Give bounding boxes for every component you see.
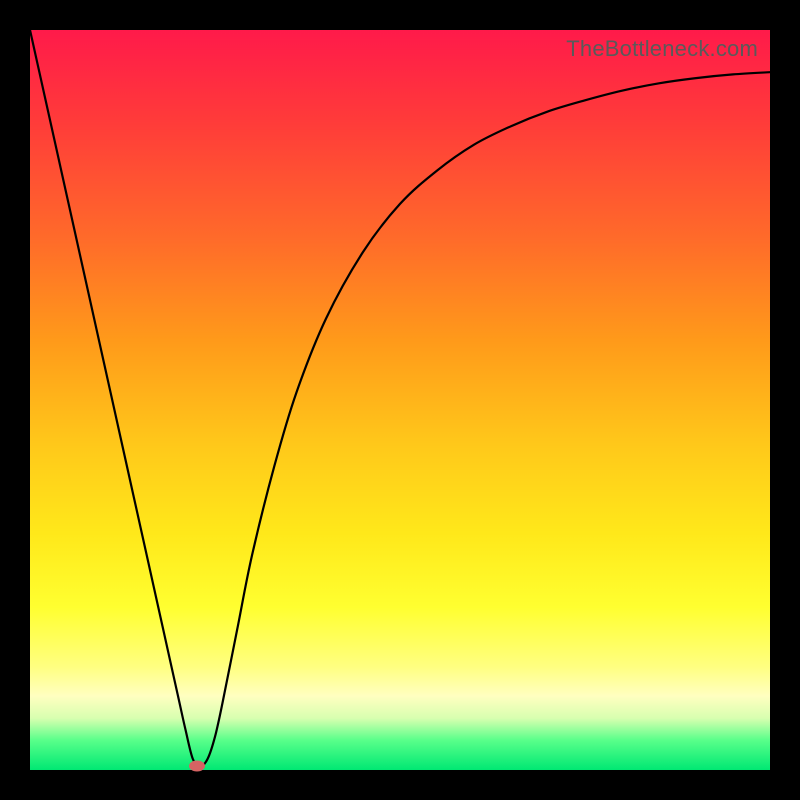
chart-frame: TheBottleneck.com (0, 0, 800, 800)
plot-area: TheBottleneck.com (30, 30, 770, 770)
optimal-point-marker (189, 761, 205, 772)
bottleneck-curve (30, 30, 770, 770)
